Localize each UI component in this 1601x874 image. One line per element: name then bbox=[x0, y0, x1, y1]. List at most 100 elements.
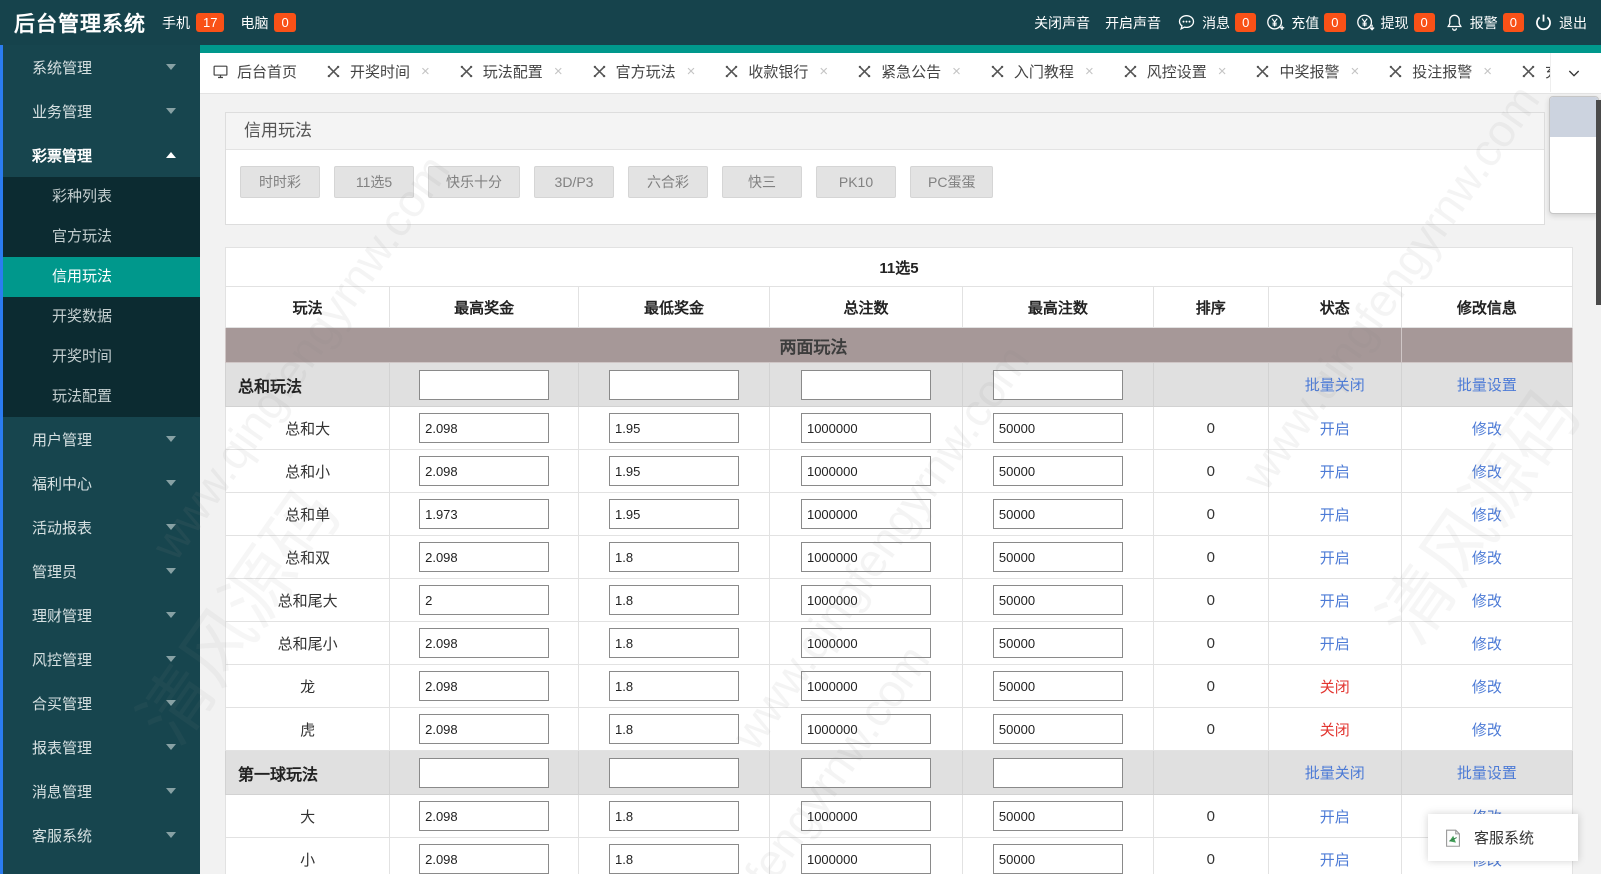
status-toggle-link[interactable]: 关闭 bbox=[1320, 679, 1350, 696]
sound-on-button[interactable]: 开启声音 bbox=[1105, 13, 1161, 33]
max-bets-input[interactable] bbox=[992, 585, 1123, 615]
sidebar-item-消息管理[interactable]: 消息管理 bbox=[0, 769, 200, 813]
total-bets-input[interactable] bbox=[800, 413, 931, 443]
status-toggle-link[interactable]: 开启 bbox=[1320, 507, 1350, 524]
sidebar-item-报表管理[interactable]: 报表管理 bbox=[0, 725, 200, 769]
max-odds-input[interactable] bbox=[419, 413, 550, 443]
batch-close-link[interactable]: 批量关闭 bbox=[1305, 765, 1365, 782]
max-bets-input[interactable] bbox=[992, 757, 1123, 788]
tab-风控设置[interactable]: 风控设置 × bbox=[1122, 61, 1227, 82]
status-toggle-link[interactable]: 关闭 bbox=[1320, 722, 1350, 739]
close-icon[interactable]: × bbox=[819, 63, 828, 80]
game-button-11选5[interactable]: 11选5 bbox=[334, 166, 414, 198]
batch-set-link[interactable]: 批量设置 bbox=[1457, 377, 1517, 394]
status-toggle-link[interactable]: 开启 bbox=[1320, 421, 1350, 438]
status-toggle-link[interactable]: 开启 bbox=[1320, 593, 1350, 610]
vertical-scrollbar[interactable] bbox=[1596, 100, 1601, 305]
customer-service-widget[interactable]: 客服系统 bbox=[1428, 814, 1578, 861]
tab-开奖时间[interactable]: 开奖时间 × bbox=[325, 61, 430, 82]
max-bets-input[interactable] bbox=[992, 714, 1123, 744]
total-bets-input[interactable] bbox=[800, 844, 931, 874]
status-toggle-link[interactable]: 开启 bbox=[1320, 550, 1350, 567]
total-bets-input[interactable] bbox=[800, 628, 931, 658]
max-odds-input[interactable] bbox=[419, 801, 550, 831]
game-button-快三[interactable]: 快三 bbox=[722, 166, 802, 198]
min-odds-input[interactable] bbox=[609, 369, 740, 400]
total-bets-input[interactable] bbox=[800, 671, 931, 701]
max-odds-input[interactable] bbox=[419, 499, 550, 529]
min-odds-input[interactable] bbox=[609, 671, 740, 701]
sidebar-subitem-玩法配置[interactable]: 玩法配置 bbox=[0, 377, 200, 417]
tab-投注报警[interactable]: 投注报警 × bbox=[1387, 61, 1492, 82]
modify-link[interactable]: 修改 bbox=[1472, 421, 1502, 438]
status-toggle-link[interactable]: 开启 bbox=[1320, 464, 1350, 481]
close-icon[interactable]: × bbox=[421, 63, 430, 80]
modify-link[interactable]: 修改 bbox=[1472, 593, 1502, 610]
sidebar-subitem-信用玩法[interactable]: 信用玩法 bbox=[0, 257, 200, 297]
max-bets-input[interactable] bbox=[992, 801, 1123, 831]
total-bets-input[interactable] bbox=[800, 757, 931, 788]
sidebar-item-用户管理[interactable]: 用户管理 bbox=[0, 417, 200, 461]
tab-中奖报警[interactable]: 中奖报警 × bbox=[1254, 61, 1359, 82]
min-odds-input[interactable] bbox=[609, 456, 740, 486]
max-bets-input[interactable] bbox=[992, 413, 1123, 443]
status-toggle-link[interactable]: 开启 bbox=[1320, 852, 1350, 869]
total-bets-input[interactable] bbox=[800, 801, 931, 831]
tab-紧急公告[interactable]: 紧急公告 × bbox=[856, 61, 961, 82]
game-button-时时彩[interactable]: 时时彩 bbox=[240, 166, 320, 198]
max-bets-input[interactable] bbox=[992, 542, 1123, 572]
sidebar-subitem-开奖时间[interactable]: 开奖时间 bbox=[0, 337, 200, 377]
min-odds-input[interactable] bbox=[609, 757, 740, 788]
close-icon[interactable]: × bbox=[554, 63, 563, 80]
min-odds-input[interactable] bbox=[609, 844, 740, 874]
sidebar-subitem-彩种列表[interactable]: 彩种列表 bbox=[0, 177, 200, 217]
max-odds-input[interactable] bbox=[419, 628, 550, 658]
max-odds-input[interactable] bbox=[419, 456, 550, 486]
total-bets-input[interactable] bbox=[800, 714, 931, 744]
min-odds-input[interactable] bbox=[609, 585, 740, 615]
提现-button[interactable]: 提现 0 bbox=[1355, 12, 1435, 33]
max-odds-input[interactable] bbox=[419, 542, 550, 572]
tab-入门教程[interactable]: 入门教程 × bbox=[989, 61, 1094, 82]
max-odds-input[interactable] bbox=[419, 844, 550, 874]
status-toggle-link[interactable]: 开启 bbox=[1320, 636, 1350, 653]
min-odds-input[interactable] bbox=[609, 542, 740, 572]
tab-收款银行[interactable]: 收款银行 × bbox=[723, 61, 828, 82]
total-bets-input[interactable] bbox=[800, 456, 931, 486]
modify-link[interactable]: 修改 bbox=[1472, 636, 1502, 653]
modify-link[interactable]: 修改 bbox=[1472, 722, 1502, 739]
status-toggle-link[interactable]: 开启 bbox=[1320, 809, 1350, 826]
close-icon[interactable]: × bbox=[952, 63, 961, 80]
close-icon[interactable]: × bbox=[1218, 63, 1227, 80]
sidebar-item-客服系统[interactable]: 客服系统 bbox=[0, 813, 200, 857]
modify-link[interactable]: 修改 bbox=[1472, 679, 1502, 696]
sidebar-item-系统管理[interactable]: 系统管理 bbox=[0, 45, 200, 89]
min-odds-input[interactable] bbox=[609, 413, 740, 443]
game-button-PK10[interactable]: PK10 bbox=[816, 166, 896, 198]
tab-官方玩法[interactable]: 官方玩法 × bbox=[591, 61, 695, 82]
batch-set-link[interactable]: 批量设置 bbox=[1457, 765, 1517, 782]
min-odds-input[interactable] bbox=[609, 628, 740, 658]
game-button-六合彩[interactable]: 六合彩 bbox=[628, 166, 708, 198]
total-bets-input[interactable] bbox=[800, 369, 931, 400]
max-odds-input[interactable] bbox=[419, 671, 550, 701]
tab-home[interactable]: 后台首页 bbox=[212, 61, 297, 82]
game-button-PC蛋蛋[interactable]: PC蛋蛋 bbox=[910, 166, 994, 198]
game-button-3D/P3[interactable]: 3D/P3 bbox=[534, 166, 614, 198]
max-bets-input[interactable] bbox=[992, 844, 1123, 874]
tab-overflow-menu[interactable] bbox=[1549, 96, 1599, 214]
close-icon[interactable]: × bbox=[1483, 63, 1492, 80]
sound-off-button[interactable]: 关闭声音 bbox=[1034, 13, 1090, 33]
max-odds-input[interactable] bbox=[419, 585, 550, 615]
tab-玩法配置[interactable]: 玩法配置 × bbox=[458, 61, 563, 82]
sidebar-item-管理员[interactable]: 管理员 bbox=[0, 549, 200, 593]
close-icon[interactable]: × bbox=[1351, 63, 1360, 80]
max-bets-input[interactable] bbox=[992, 671, 1123, 701]
sidebar-item-福利中心[interactable]: 福利中心 bbox=[0, 461, 200, 505]
close-icon[interactable]: × bbox=[1085, 63, 1094, 80]
max-odds-input[interactable] bbox=[419, 369, 550, 400]
max-odds-input[interactable] bbox=[419, 757, 550, 788]
min-odds-input[interactable] bbox=[609, 499, 740, 529]
total-bets-input[interactable] bbox=[800, 542, 931, 572]
sidebar-item-活动报表[interactable]: 活动报表 bbox=[0, 505, 200, 549]
